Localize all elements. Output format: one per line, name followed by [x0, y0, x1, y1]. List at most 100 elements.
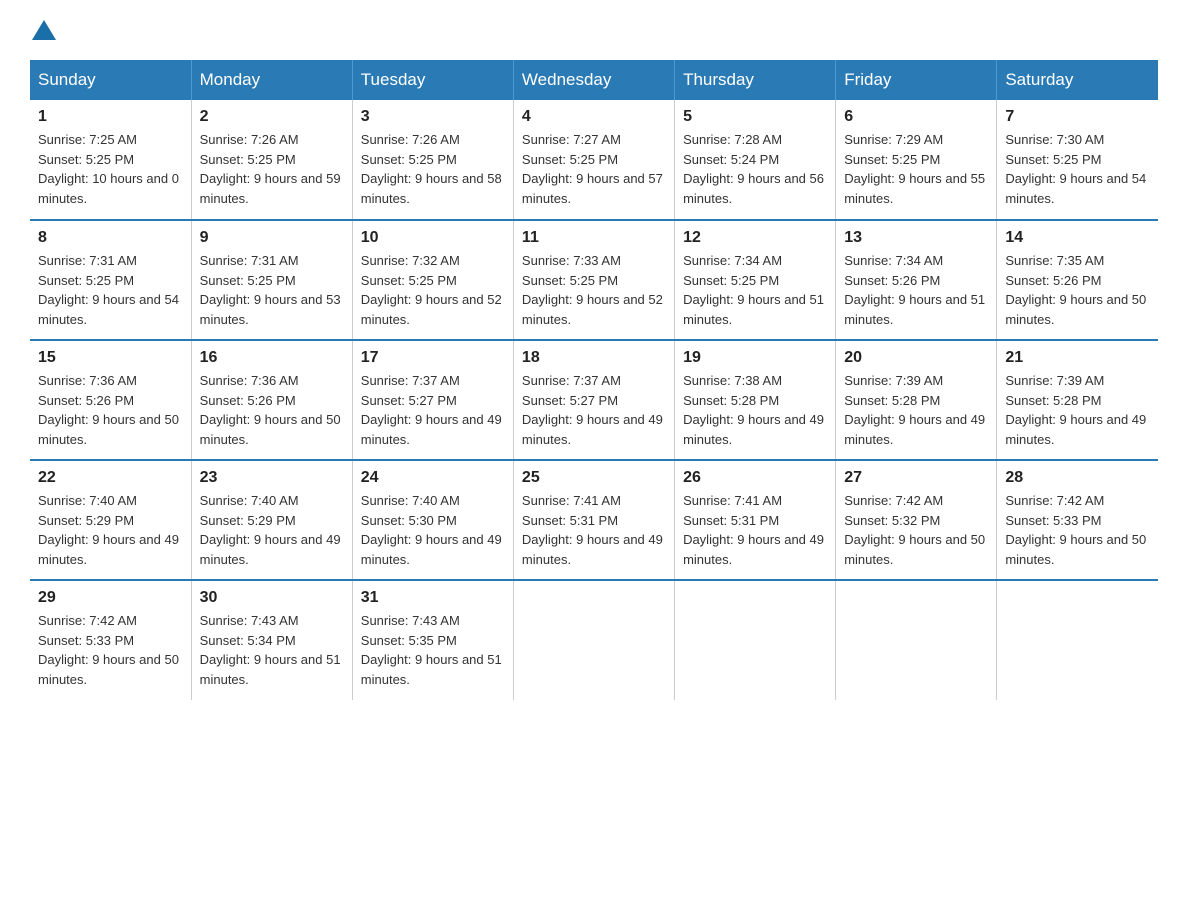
- day-info: Sunrise: 7:43 AMSunset: 5:34 PMDaylight:…: [200, 611, 344, 689]
- calendar-cell: 11 Sunrise: 7:33 AMSunset: 5:25 PMDaylig…: [513, 220, 674, 340]
- day-info: Sunrise: 7:32 AMSunset: 5:25 PMDaylight:…: [361, 251, 505, 329]
- calendar-cell: 17 Sunrise: 7:37 AMSunset: 5:27 PMDaylig…: [352, 340, 513, 460]
- day-info: Sunrise: 7:35 AMSunset: 5:26 PMDaylight:…: [1005, 251, 1150, 329]
- calendar-cell: [675, 580, 836, 700]
- day-number: 14: [1005, 229, 1150, 247]
- day-number: 16: [200, 349, 344, 367]
- day-info: Sunrise: 7:40 AMSunset: 5:30 PMDaylight:…: [361, 491, 505, 569]
- day-number: 12: [683, 229, 827, 247]
- day-number: 1: [38, 108, 183, 126]
- calendar-cell: 21 Sunrise: 7:39 AMSunset: 5:28 PMDaylig…: [997, 340, 1158, 460]
- calendar-cell: 8 Sunrise: 7:31 AMSunset: 5:25 PMDayligh…: [30, 220, 191, 340]
- calendar-cell: 22 Sunrise: 7:40 AMSunset: 5:29 PMDaylig…: [30, 460, 191, 580]
- day-info: Sunrise: 7:42 AMSunset: 5:33 PMDaylight:…: [38, 611, 183, 689]
- day-info: Sunrise: 7:36 AMSunset: 5:26 PMDaylight:…: [200, 371, 344, 449]
- day-info: Sunrise: 7:36 AMSunset: 5:26 PMDaylight:…: [38, 371, 183, 449]
- header-sunday: Sunday: [30, 60, 191, 100]
- day-number: 11: [522, 229, 666, 247]
- day-number: 7: [1005, 108, 1150, 126]
- calendar-cell: 20 Sunrise: 7:39 AMSunset: 5:28 PMDaylig…: [836, 340, 997, 460]
- calendar-cell: 23 Sunrise: 7:40 AMSunset: 5:29 PMDaylig…: [191, 460, 352, 580]
- header-monday: Monday: [191, 60, 352, 100]
- day-number: 4: [522, 108, 666, 126]
- day-info: Sunrise: 7:26 AMSunset: 5:25 PMDaylight:…: [200, 130, 344, 208]
- calendar-cell: [836, 580, 997, 700]
- day-number: 17: [361, 349, 505, 367]
- day-info: Sunrise: 7:26 AMSunset: 5:25 PMDaylight:…: [361, 130, 505, 208]
- day-info: Sunrise: 7:28 AMSunset: 5:24 PMDaylight:…: [683, 130, 827, 208]
- calendar-cell: 18 Sunrise: 7:37 AMSunset: 5:27 PMDaylig…: [513, 340, 674, 460]
- calendar-week-row: 15 Sunrise: 7:36 AMSunset: 5:26 PMDaylig…: [30, 340, 1158, 460]
- calendar-header-row: SundayMondayTuesdayWednesdayThursdayFrid…: [30, 60, 1158, 100]
- day-number: 24: [361, 469, 505, 487]
- day-number: 18: [522, 349, 666, 367]
- day-number: 13: [844, 229, 988, 247]
- day-info: Sunrise: 7:30 AMSunset: 5:25 PMDaylight:…: [1005, 130, 1150, 208]
- calendar-week-row: 29 Sunrise: 7:42 AMSunset: 5:33 PMDaylig…: [30, 580, 1158, 700]
- calendar-cell: 26 Sunrise: 7:41 AMSunset: 5:31 PMDaylig…: [675, 460, 836, 580]
- calendar-cell: [513, 580, 674, 700]
- day-info: Sunrise: 7:29 AMSunset: 5:25 PMDaylight:…: [844, 130, 988, 208]
- logo: [30, 20, 58, 40]
- day-number: 31: [361, 589, 505, 607]
- day-info: Sunrise: 7:43 AMSunset: 5:35 PMDaylight:…: [361, 611, 505, 689]
- header-tuesday: Tuesday: [352, 60, 513, 100]
- calendar-cell: 31 Sunrise: 7:43 AMSunset: 5:35 PMDaylig…: [352, 580, 513, 700]
- calendar-cell: 9 Sunrise: 7:31 AMSunset: 5:25 PMDayligh…: [191, 220, 352, 340]
- day-number: 22: [38, 469, 183, 487]
- day-info: Sunrise: 7:25 AMSunset: 5:25 PMDaylight:…: [38, 130, 183, 208]
- calendar-cell: 29 Sunrise: 7:42 AMSunset: 5:33 PMDaylig…: [30, 580, 191, 700]
- calendar-cell: 13 Sunrise: 7:34 AMSunset: 5:26 PMDaylig…: [836, 220, 997, 340]
- day-number: 8: [38, 229, 183, 247]
- day-info: Sunrise: 7:42 AMSunset: 5:33 PMDaylight:…: [1005, 491, 1150, 569]
- calendar-cell: [997, 580, 1158, 700]
- day-number: 30: [200, 589, 344, 607]
- page-header: [30, 20, 1158, 40]
- day-info: Sunrise: 7:27 AMSunset: 5:25 PMDaylight:…: [522, 130, 666, 208]
- day-info: Sunrise: 7:40 AMSunset: 5:29 PMDaylight:…: [200, 491, 344, 569]
- calendar-week-row: 8 Sunrise: 7:31 AMSunset: 5:25 PMDayligh…: [30, 220, 1158, 340]
- calendar-cell: 16 Sunrise: 7:36 AMSunset: 5:26 PMDaylig…: [191, 340, 352, 460]
- day-info: Sunrise: 7:42 AMSunset: 5:32 PMDaylight:…: [844, 491, 988, 569]
- header-saturday: Saturday: [997, 60, 1158, 100]
- day-number: 21: [1005, 349, 1150, 367]
- day-info: Sunrise: 7:39 AMSunset: 5:28 PMDaylight:…: [844, 371, 988, 449]
- day-number: 27: [844, 469, 988, 487]
- header-wednesday: Wednesday: [513, 60, 674, 100]
- day-info: Sunrise: 7:37 AMSunset: 5:27 PMDaylight:…: [522, 371, 666, 449]
- day-number: 6: [844, 108, 988, 126]
- day-number: 28: [1005, 469, 1150, 487]
- day-info: Sunrise: 7:31 AMSunset: 5:25 PMDaylight:…: [200, 251, 344, 329]
- day-number: 3: [361, 108, 505, 126]
- day-info: Sunrise: 7:34 AMSunset: 5:25 PMDaylight:…: [683, 251, 827, 329]
- calendar-cell: 30 Sunrise: 7:43 AMSunset: 5:34 PMDaylig…: [191, 580, 352, 700]
- day-info: Sunrise: 7:33 AMSunset: 5:25 PMDaylight:…: [522, 251, 666, 329]
- day-number: 20: [844, 349, 988, 367]
- calendar-week-row: 1 Sunrise: 7:25 AMSunset: 5:25 PMDayligh…: [30, 100, 1158, 220]
- calendar-cell: 7 Sunrise: 7:30 AMSunset: 5:25 PMDayligh…: [997, 100, 1158, 220]
- calendar-cell: 3 Sunrise: 7:26 AMSunset: 5:25 PMDayligh…: [352, 100, 513, 220]
- calendar-week-row: 22 Sunrise: 7:40 AMSunset: 5:29 PMDaylig…: [30, 460, 1158, 580]
- calendar-cell: 6 Sunrise: 7:29 AMSunset: 5:25 PMDayligh…: [836, 100, 997, 220]
- calendar-cell: 12 Sunrise: 7:34 AMSunset: 5:25 PMDaylig…: [675, 220, 836, 340]
- day-info: Sunrise: 7:38 AMSunset: 5:28 PMDaylight:…: [683, 371, 827, 449]
- day-number: 15: [38, 349, 183, 367]
- logo-triangle-icon: [32, 20, 56, 40]
- calendar-cell: 19 Sunrise: 7:38 AMSunset: 5:28 PMDaylig…: [675, 340, 836, 460]
- calendar-cell: 28 Sunrise: 7:42 AMSunset: 5:33 PMDaylig…: [997, 460, 1158, 580]
- calendar-cell: 4 Sunrise: 7:27 AMSunset: 5:25 PMDayligh…: [513, 100, 674, 220]
- day-number: 26: [683, 469, 827, 487]
- day-info: Sunrise: 7:40 AMSunset: 5:29 PMDaylight:…: [38, 491, 183, 569]
- calendar-cell: 25 Sunrise: 7:41 AMSunset: 5:31 PMDaylig…: [513, 460, 674, 580]
- day-info: Sunrise: 7:41 AMSunset: 5:31 PMDaylight:…: [683, 491, 827, 569]
- day-number: 9: [200, 229, 344, 247]
- day-number: 19: [683, 349, 827, 367]
- day-info: Sunrise: 7:37 AMSunset: 5:27 PMDaylight:…: [361, 371, 505, 449]
- day-number: 2: [200, 108, 344, 126]
- calendar-cell: 15 Sunrise: 7:36 AMSunset: 5:26 PMDaylig…: [30, 340, 191, 460]
- calendar-cell: 1 Sunrise: 7:25 AMSunset: 5:25 PMDayligh…: [30, 100, 191, 220]
- calendar-cell: 10 Sunrise: 7:32 AMSunset: 5:25 PMDaylig…: [352, 220, 513, 340]
- day-number: 5: [683, 108, 827, 126]
- day-number: 25: [522, 469, 666, 487]
- day-info: Sunrise: 7:41 AMSunset: 5:31 PMDaylight:…: [522, 491, 666, 569]
